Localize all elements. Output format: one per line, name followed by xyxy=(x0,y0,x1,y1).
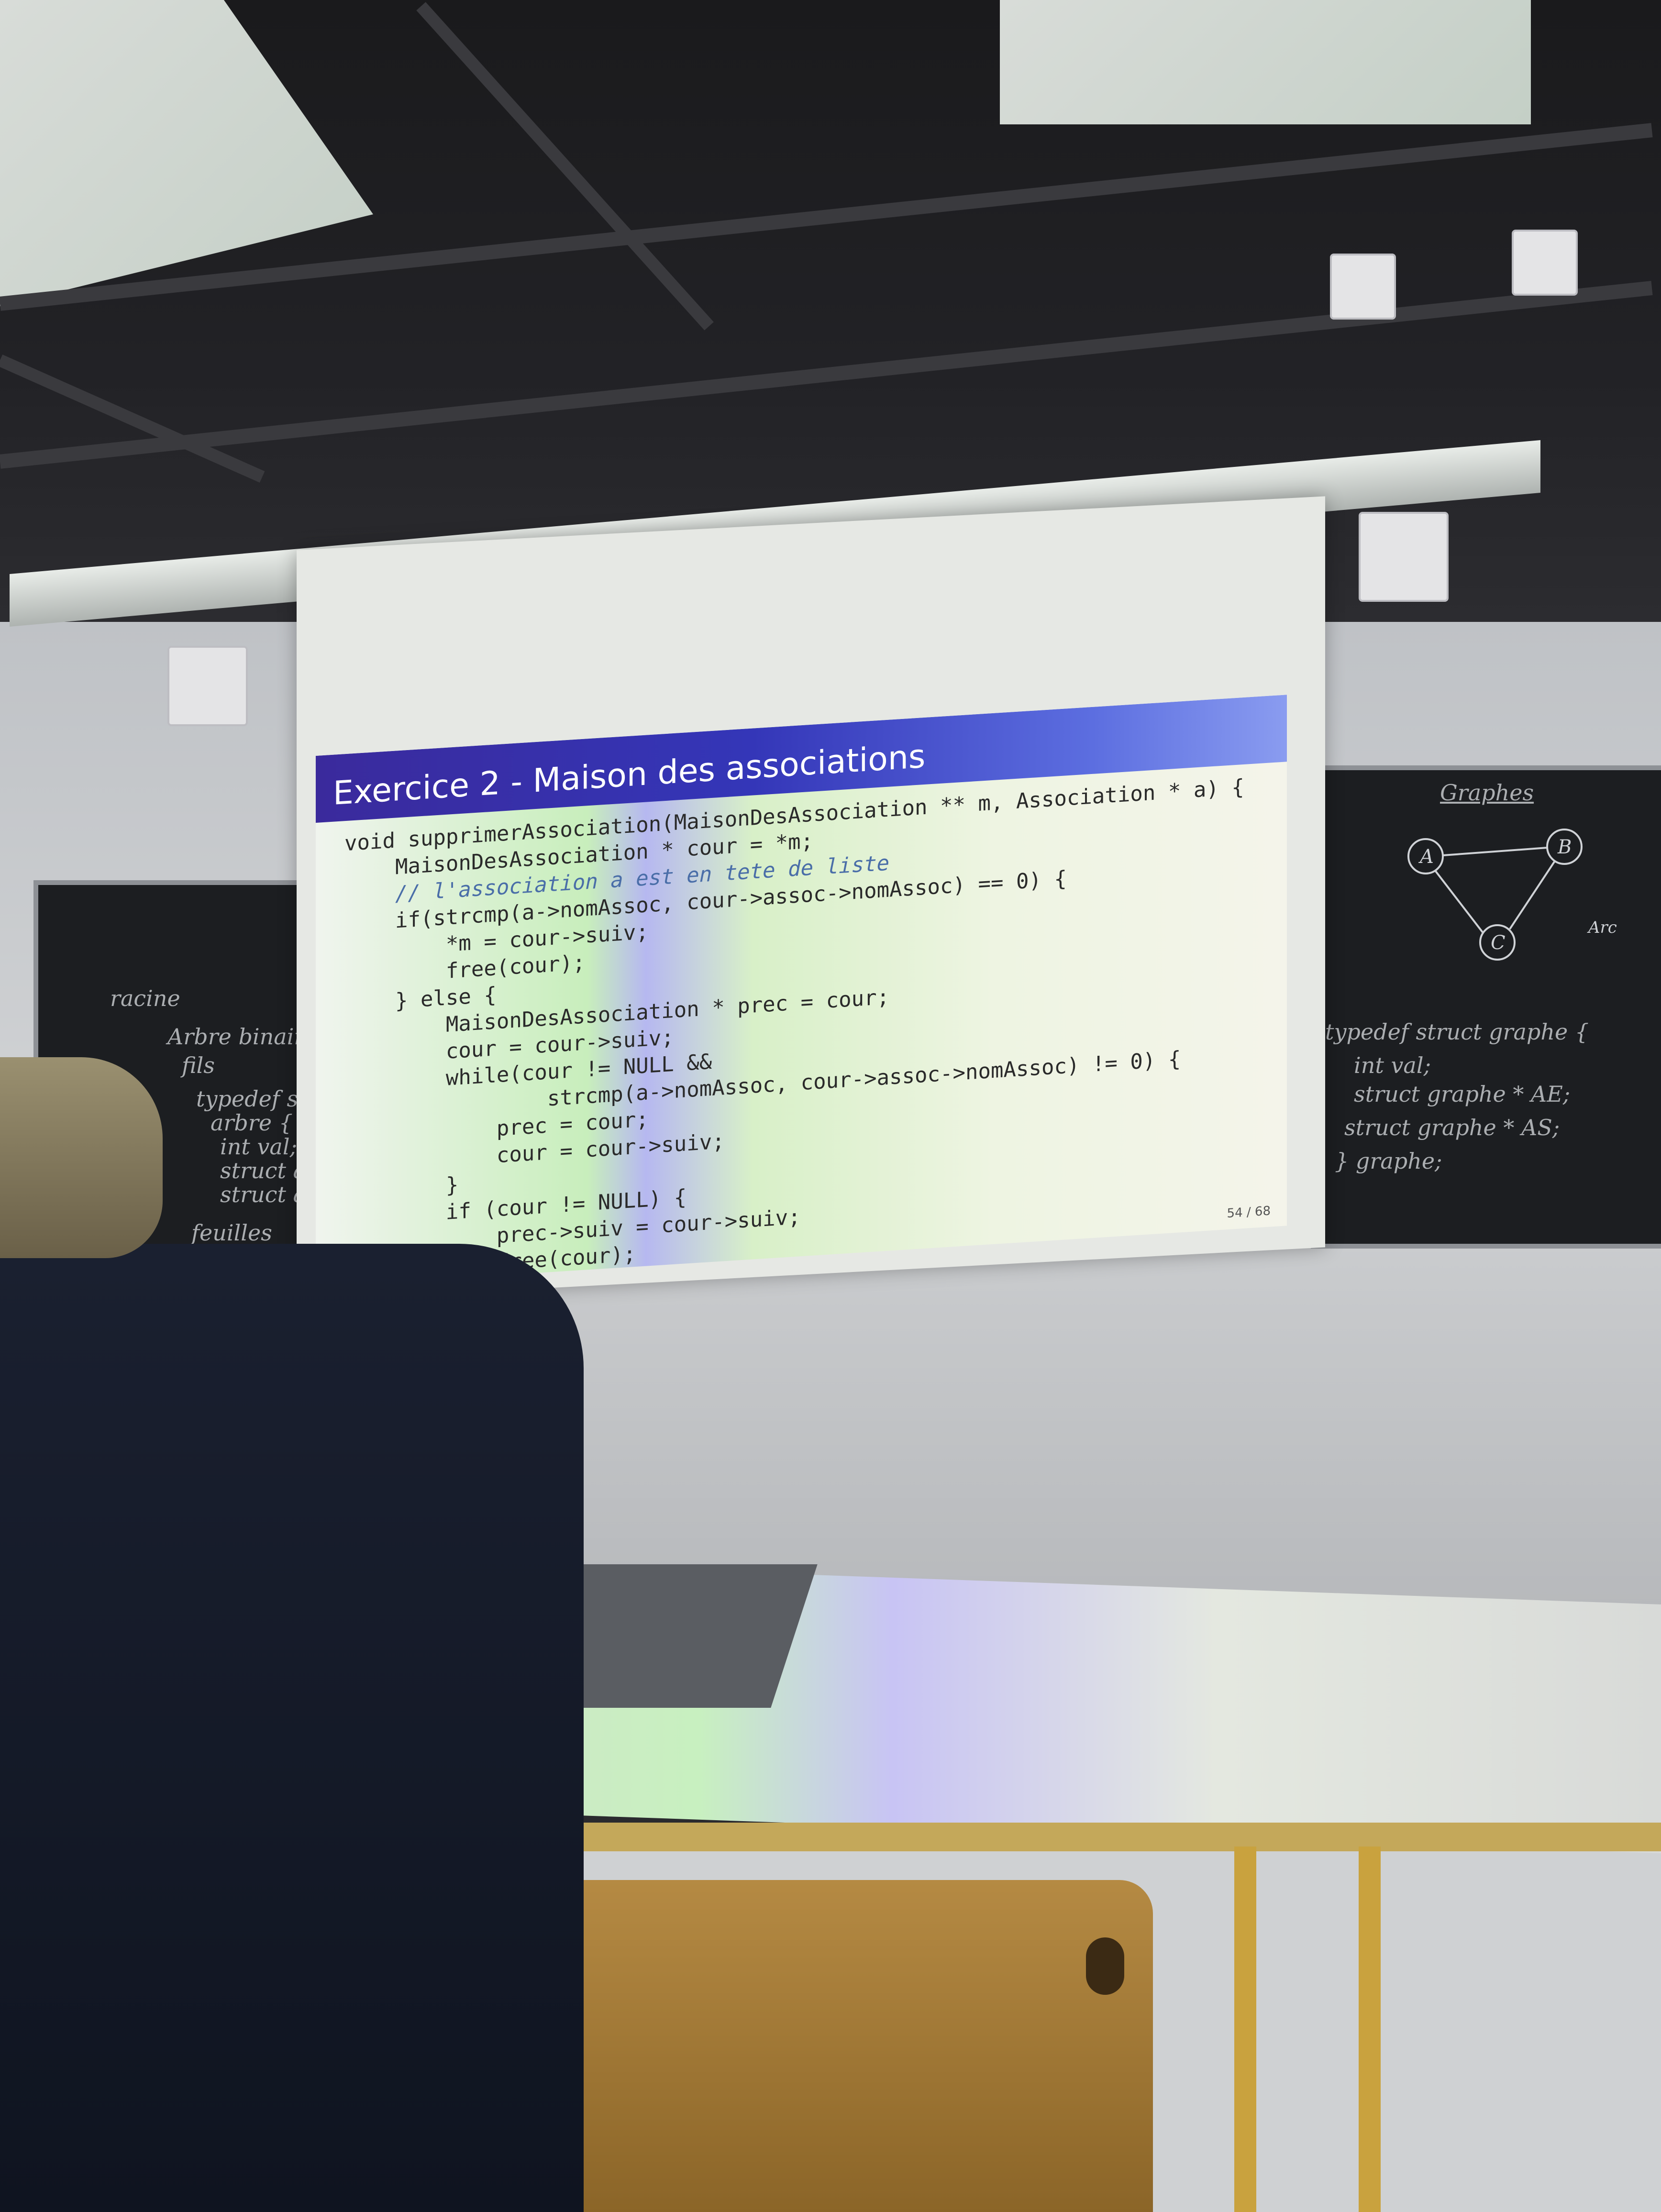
chalk-text: racine xyxy=(110,985,180,1011)
graph-node-label: C xyxy=(1491,932,1506,954)
speaker xyxy=(1359,512,1449,602)
slide: Exercice 2 - Maison des associations voi… xyxy=(316,695,1287,1287)
chalkboard-right: Graphes A B C Arc typedef struct graphe … xyxy=(1311,765,1661,1249)
code-block: void supprimerAssociation(MaisonDesAssoc… xyxy=(344,774,1244,1287)
code-line: } xyxy=(344,1172,459,1205)
chalk-heading: Graphes xyxy=(1440,780,1534,806)
chalk-text: struct graphe * AE; xyxy=(1354,1081,1571,1107)
chalk-text: fils xyxy=(182,1052,215,1078)
speaker xyxy=(1512,230,1578,296)
slide-page-number: 54 / 68 xyxy=(1227,1204,1271,1221)
chalk-text: struct graphe * AS; xyxy=(1344,1115,1560,1140)
graph-edge xyxy=(1442,847,1548,856)
chalk-text: feuilles xyxy=(191,1220,272,1246)
person-jacket xyxy=(0,1244,584,2212)
chalk-text: arbre { xyxy=(210,1110,293,1136)
chair-hole xyxy=(1086,1937,1124,1995)
person-head xyxy=(0,1057,163,1258)
chalk-text: Arbre binaire xyxy=(167,1024,318,1050)
chalk-text: typedef struct graphe { xyxy=(1325,1019,1589,1045)
graph-edge xyxy=(1509,860,1556,930)
chalk-text: } graphe; xyxy=(1335,1148,1442,1174)
speaker xyxy=(167,646,248,726)
ceiling-panel-left xyxy=(0,0,373,306)
chalk-text: int val; xyxy=(220,1134,298,1160)
ceiling-panel-right xyxy=(1000,0,1531,124)
chalk-text: int val; xyxy=(1354,1052,1431,1078)
graph-edge-label: Arc xyxy=(1587,918,1617,937)
graph-drawing: A B C Arc xyxy=(1407,829,1617,961)
graph-node-label: A xyxy=(1418,846,1434,868)
speaker xyxy=(1330,254,1396,320)
ceiling-beam xyxy=(0,281,1653,469)
ceiling-beam xyxy=(416,2,714,331)
graph-node-label: B xyxy=(1557,836,1572,858)
table-leg xyxy=(1234,1847,1256,2212)
graph-edge xyxy=(1434,870,1484,934)
table-leg xyxy=(1359,1847,1381,2212)
